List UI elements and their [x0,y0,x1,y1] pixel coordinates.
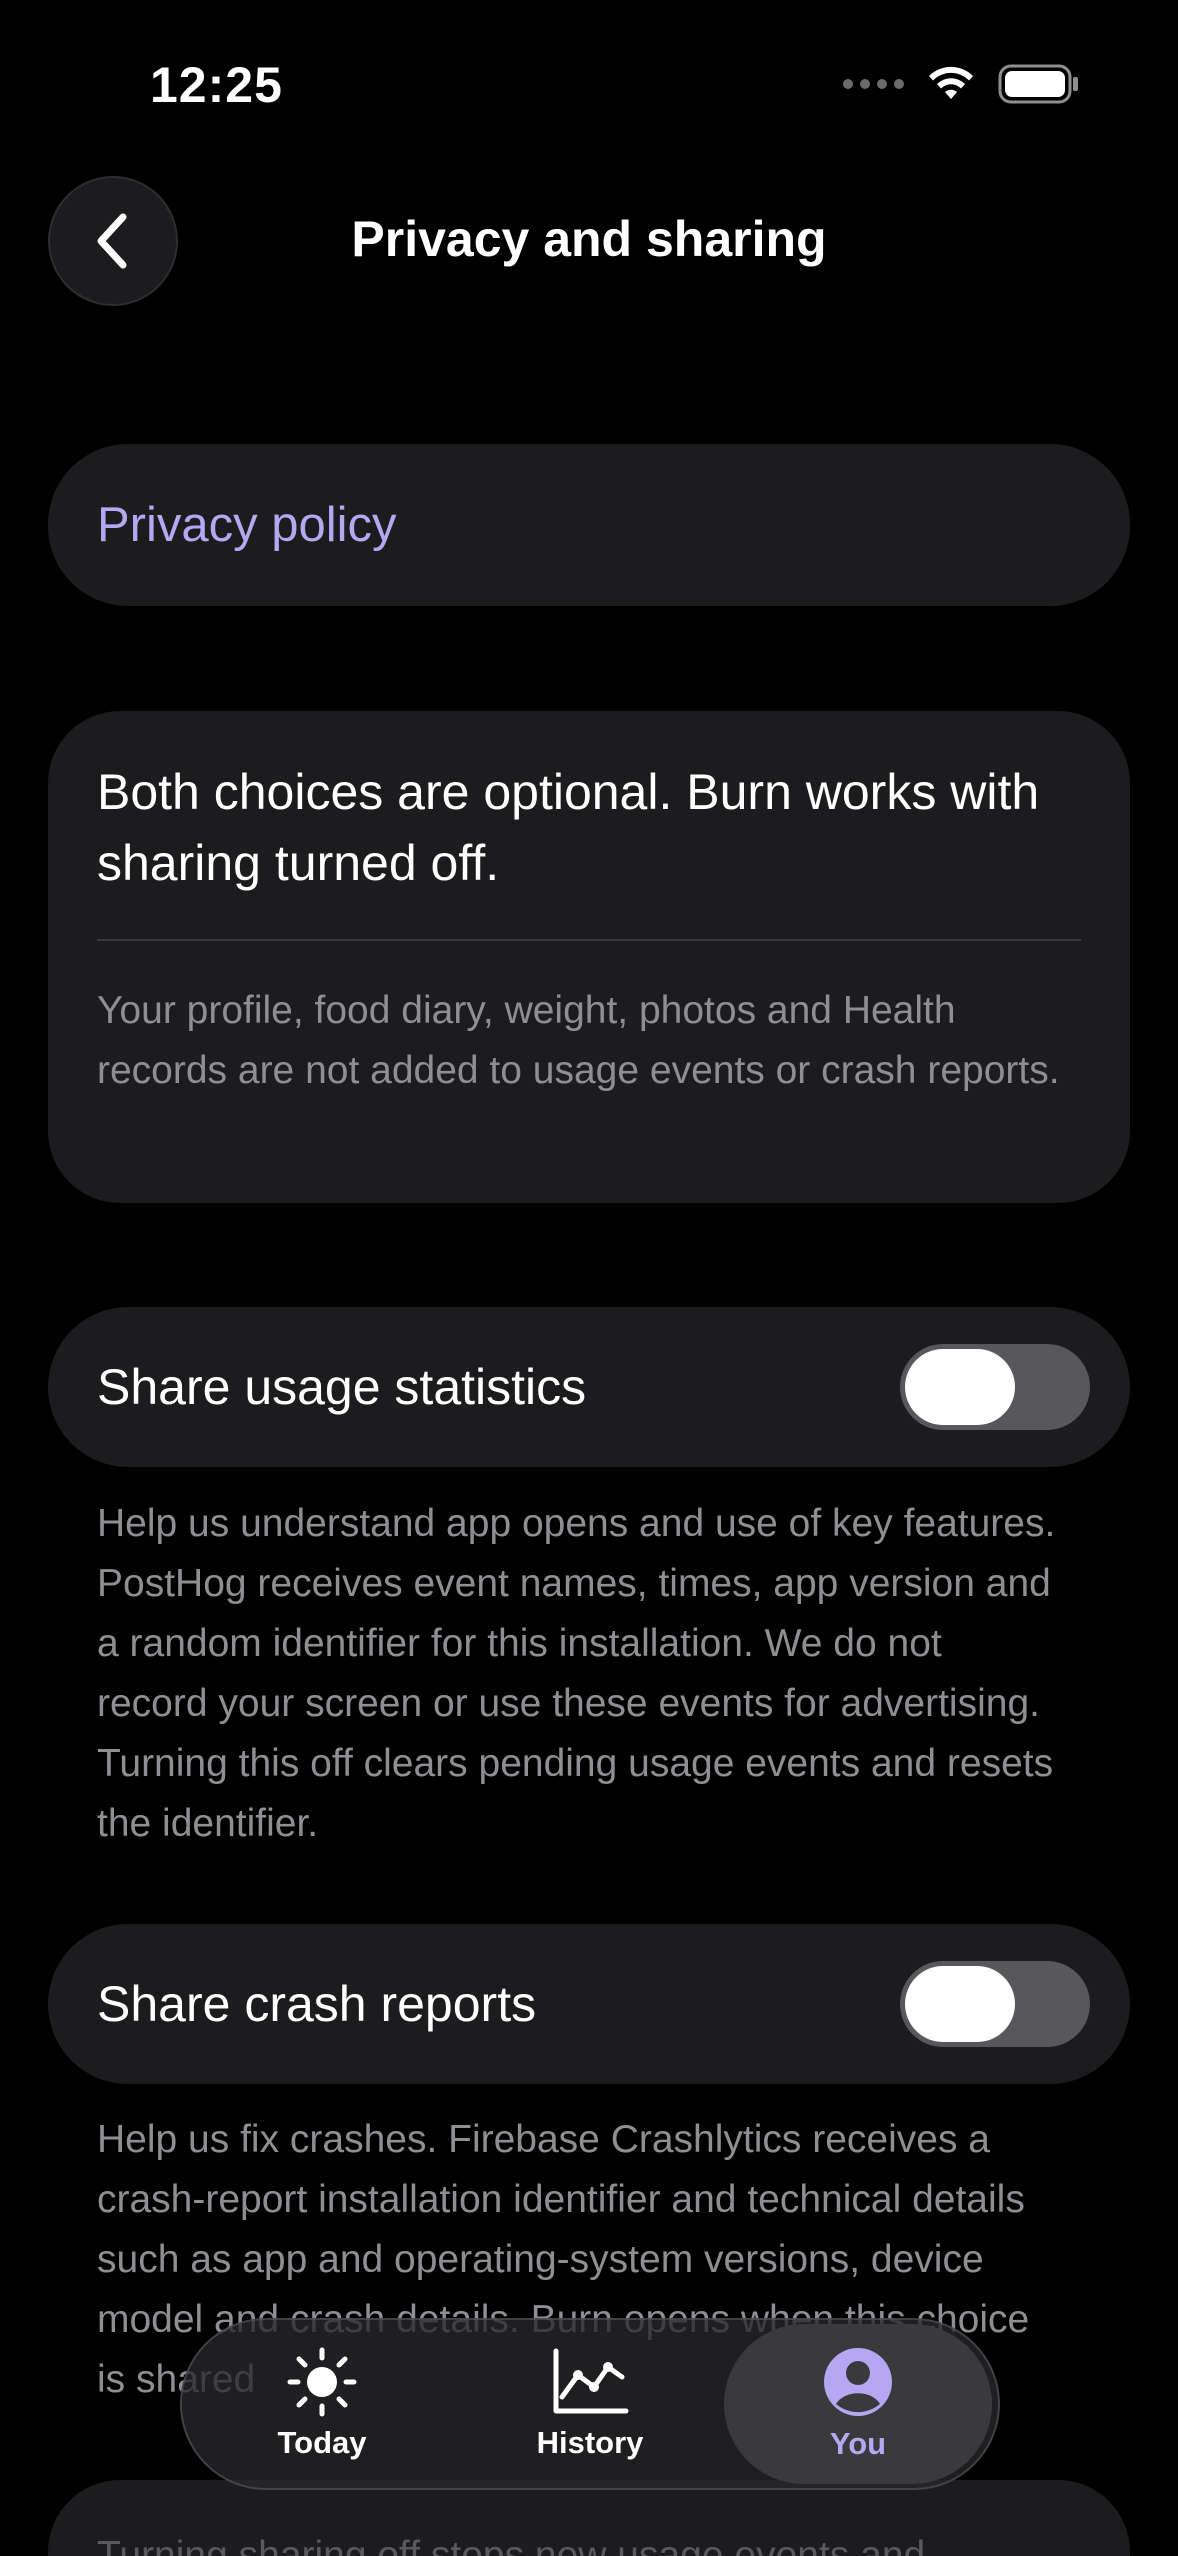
tab-bar: Today History You [180,2318,1000,2490]
sun-icon [287,2347,357,2417]
battery-icon [998,64,1078,104]
info-card: Both choices are optional. Burn works wi… [48,711,1130,1203]
chart-line-icon [553,2348,629,2414]
status-time: 12:25 [150,57,283,113]
crash-reports-row: Share crash reports [48,1924,1130,2084]
privacy-policy-row[interactable]: Privacy policy [48,444,1130,606]
usage-statistics-toggle[interactable] [900,1344,1090,1430]
crash-reports-label: Share crash reports [97,1976,537,2032]
tab-today[interactable]: Today [188,2324,456,2484]
tab-you-label: You [829,2426,887,2461]
status-icons [843,64,1080,104]
profile-icon [824,2348,892,2416]
crash-reports-toggle[interactable] [900,1961,1090,2047]
usage-statistics-description: Help us understand app opens and use of … [97,1502,1056,1845]
usage-statistics-row: Share usage statistics [48,1307,1130,1467]
privacy-policy-link[interactable]: Privacy policy [97,497,397,553]
info-main-text: Both choices are optional. Burn works wi… [97,764,1040,891]
footer-note-card: Turning sharing off stops new usage even… [48,2480,1130,2556]
tab-history-label: History [536,2425,644,2460]
page-title: Privacy and sharing [351,211,827,267]
toggle-knob [905,1966,1015,2042]
tab-history[interactable]: History [456,2324,724,2484]
tab-today-label: Today [277,2425,367,2460]
toggle-knob [905,1349,1015,1425]
screen: 12:25 Privacy and sharing Privacy policy… [0,0,1178,2556]
info-sub-text: Your profile, food diary, weight, photos… [97,989,1060,1092]
footer-note: Turning sharing off stops new usage even… [97,2534,926,2556]
cellular-signal-icon [843,79,904,89]
tab-you[interactable]: You [724,2324,992,2484]
divider [97,939,1081,941]
usage-statistics-label: Share usage statistics [97,1359,587,1415]
wifi-icon [929,66,973,99]
